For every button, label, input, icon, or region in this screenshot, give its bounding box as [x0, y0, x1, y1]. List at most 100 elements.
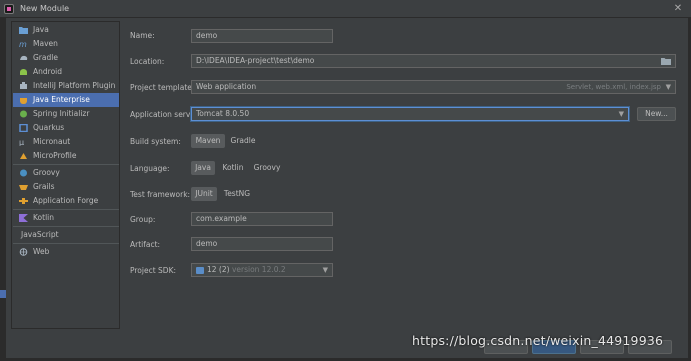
sidebar-item-label: Gradle — [33, 53, 58, 62]
artifact-field[interactable]: demo — [191, 237, 333, 251]
location-field[interactable]: D:\IDEA\IDEA-project\test\demo — [191, 54, 676, 68]
close-icon[interactable]: ✕ — [672, 3, 684, 15]
svg-text:μ: μ — [19, 138, 24, 146]
sidebar-item-label: Micronaut — [33, 137, 71, 146]
sidebar-item-gradle[interactable]: Gradle — [13, 51, 119, 65]
chevron-down-icon: ▼ — [322, 266, 328, 274]
sidebar-item-android[interactable]: Android — [13, 65, 119, 79]
sidebar-item-label: Application Forge — [33, 196, 99, 205]
name-label: Name: — [130, 31, 155, 40]
name-field[interactable]: demo — [191, 29, 333, 43]
sidebar-item-label: IntelliJ Platform Plugin — [33, 81, 116, 90]
sidebar-item-label: Quarkus — [33, 123, 65, 132]
sidebar-item-label: Groovy — [33, 168, 60, 177]
sidebar-item-javascript[interactable]: JavaScript — [13, 228, 119, 242]
kotlin-icon — [19, 214, 28, 222]
sidebar-item-groovy[interactable]: Groovy — [13, 166, 119, 180]
sidebar-item-application-forge[interactable]: Application Forge — [13, 194, 119, 208]
new-module-dialog: Java m Maven Gradle Android IntelliJ Pla… — [6, 18, 688, 358]
sidebar-item-java-enterprise[interactable]: Java Enterprise — [13, 93, 119, 107]
folder-icon — [19, 27, 28, 34]
build-system-label: Build system: — [130, 137, 181, 146]
sidebar-item-label: Maven — [33, 39, 58, 48]
project-sdk-name: 12 (2) — [207, 265, 230, 274]
title-bar: New Module ✕ — [0, 0, 691, 18]
sidebar-item-label: Kotlin — [33, 213, 54, 222]
groovy-icon — [20, 169, 27, 177]
sidebar-item-label: Grails — [33, 182, 55, 191]
project-sdk-select[interactable]: 12 (2) version 12.0.2 ▼ — [191, 263, 333, 277]
watermark-text: https://blog.csdn.net/weixin_44919936 — [412, 333, 664, 348]
spring-icon — [20, 110, 27, 118]
application-server-value: Tomcat 8.0.50 — [196, 109, 250, 118]
location-value: D:\IDEA\IDEA-project\test\demo — [196, 56, 315, 65]
sidebar-item-label: JavaScript — [21, 230, 59, 239]
plugin-icon — [20, 82, 27, 89]
name-value: demo — [196, 31, 218, 40]
sidebar-divider — [13, 209, 119, 210]
module-type-list: Java m Maven Gradle Android IntelliJ Pla… — [11, 21, 120, 329]
sidebar-divider — [13, 164, 119, 165]
sidebar-item-microprofile[interactable]: MicroProfile — [13, 149, 119, 163]
window-title: New Module — [20, 4, 70, 13]
application-server-select[interactable]: Tomcat 8.0.50 ▼ — [191, 107, 629, 121]
group-field[interactable]: com.example — [191, 212, 333, 226]
jdk-folder-icon — [196, 266, 204, 274]
java-enterprise-icon — [20, 98, 27, 104]
project-sdk-label: Project SDK: — [130, 266, 177, 275]
forge-icon — [19, 198, 28, 204]
sidebar-item-micronaut[interactable]: μ Micronaut — [13, 135, 119, 149]
application-server-label: Application server: — [130, 110, 201, 119]
new-server-button[interactable]: New... — [637, 107, 676, 121]
maven-icon: m — [19, 40, 27, 48]
project-template-hint: Servlet, web.xml, index.jsp — [566, 83, 661, 91]
grails-icon — [19, 185, 28, 190]
location-label: Location: — [130, 57, 165, 66]
chevron-down-icon: ▼ — [665, 83, 671, 91]
sidebar-divider — [13, 243, 119, 244]
group-label: Group: — [130, 215, 156, 224]
sidebar-item-maven[interactable]: m Maven — [13, 37, 119, 51]
sidebar-item-label: Android — [33, 67, 62, 76]
language-java[interactable]: Java — [191, 161, 215, 175]
test-framework-junit[interactable]: JUnit — [191, 187, 217, 201]
build-system-gradle[interactable]: Gradle — [226, 134, 260, 148]
sidebar-item-label: MicroProfile — [33, 151, 77, 160]
language-groovy[interactable]: Groovy — [251, 161, 283, 175]
project-template-label: Project template: — [130, 83, 195, 92]
sidebar-divider — [13, 226, 119, 227]
sidebar-item-web[interactable]: Web — [13, 245, 119, 259]
project-template-value: Web application — [196, 82, 257, 91]
micronaut-icon: μ — [19, 138, 24, 146]
sidebar-item-quarkus[interactable]: Quarkus — [13, 121, 119, 135]
chevron-down-icon: ▼ — [618, 110, 624, 118]
sidebar-item-label: Java Enterprise — [33, 95, 90, 104]
artifact-value: demo — [196, 239, 218, 248]
sidebar-item-kotlin[interactable]: Kotlin — [13, 211, 119, 225]
globe-icon — [19, 248, 28, 256]
language-kotlin[interactable]: Kotlin — [218, 161, 248, 175]
gradle-icon — [20, 55, 28, 60]
artifact-label: Artifact: — [130, 240, 161, 249]
language-label: Language: — [130, 164, 170, 173]
folder-browse-icon[interactable] — [661, 57, 671, 65]
sidebar-item-label: Web — [33, 247, 50, 256]
sidebar-item-intellij-platform-plugin[interactable]: IntelliJ Platform Plugin — [13, 79, 119, 93]
group-value: com.example — [196, 214, 247, 223]
test-framework-label: Test framework: — [130, 190, 191, 199]
sidebar-item-label: Java — [33, 25, 49, 34]
sidebar-item-grails[interactable]: Grails — [13, 180, 119, 194]
build-system-maven[interactable]: Maven — [191, 134, 225, 148]
sidebar-item-spring-initializr[interactable]: Spring Initializr — [13, 107, 119, 121]
project-sdk-version: version 12.0.2 — [231, 265, 286, 274]
microprofile-icon — [20, 153, 27, 159]
sidebar-item-label: Spring Initializr — [33, 109, 90, 118]
svg-text:m: m — [19, 40, 27, 48]
project-template-select[interactable]: Web application Servlet, web.xml, index.… — [191, 80, 676, 94]
test-framework-testng[interactable]: TestNG — [220, 187, 254, 201]
background-window-edge — [0, 290, 6, 298]
intellij-app-icon — [4, 4, 14, 14]
android-icon — [20, 69, 27, 75]
quarkus-icon — [19, 124, 28, 132]
sidebar-item-java[interactable]: Java — [13, 23, 119, 37]
